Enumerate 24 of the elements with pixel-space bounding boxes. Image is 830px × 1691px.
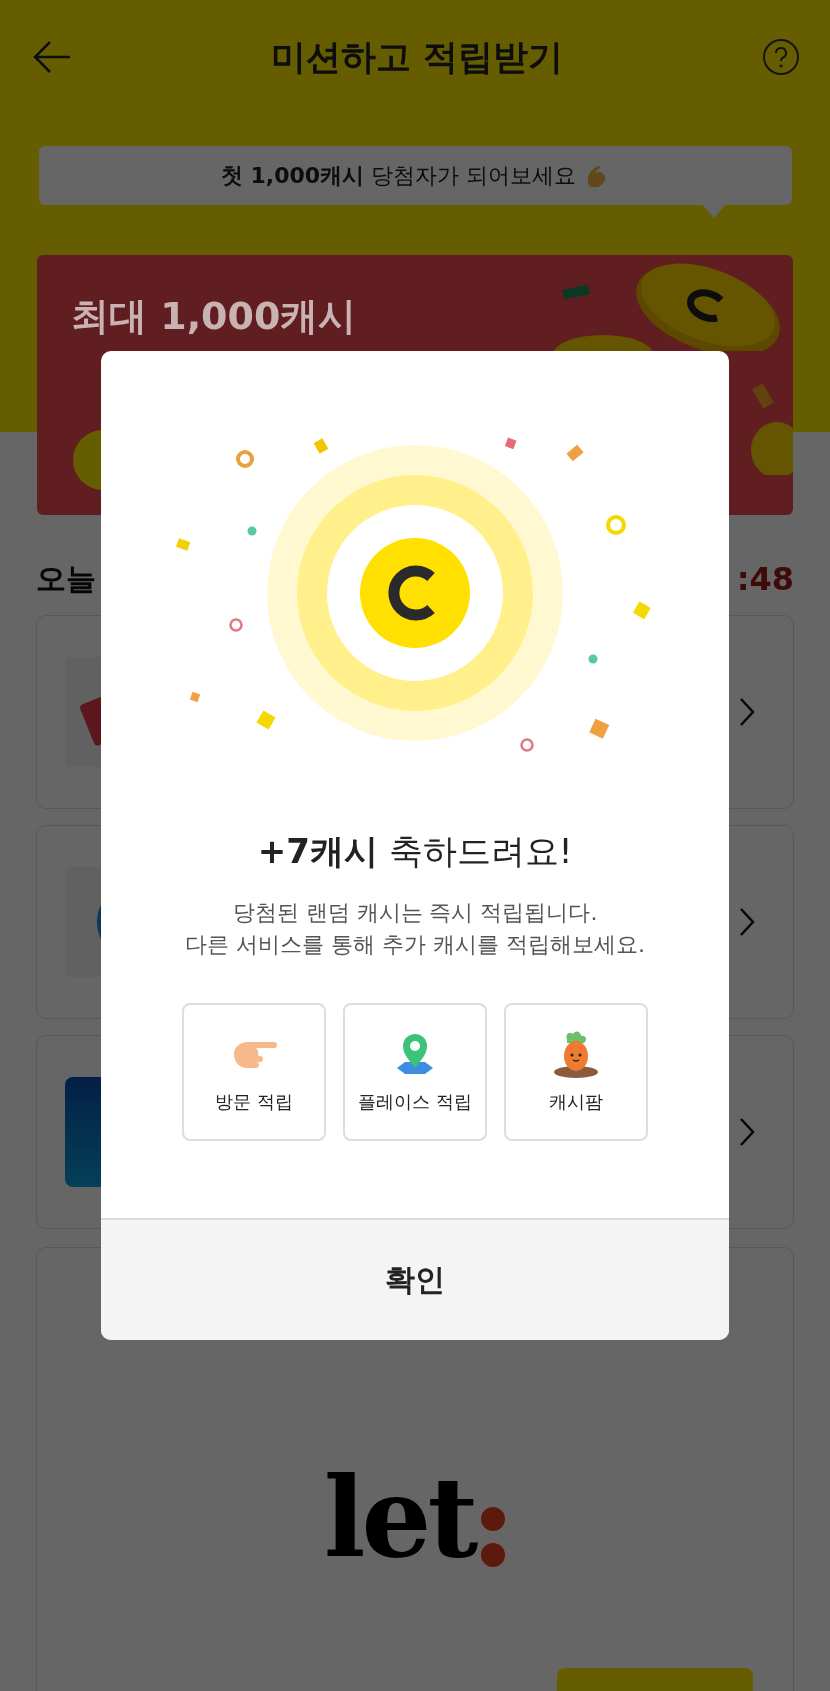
brand-logo-text: let [323, 1468, 475, 1568]
shortcut-tile[interactable]: 캐시팜 [504, 1003, 648, 1141]
section-title: 오늘 [36, 559, 96, 598]
tooltip-text: 첫 1,000캐시 당첨자가 되어보세요 [220, 161, 577, 190]
shortcut-label: 캐시팜 [549, 1090, 603, 1114]
chevron-right-icon [739, 907, 755, 937]
shortcut-label: 방문 적립 [215, 1090, 293, 1114]
map-pin-icon [395, 1032, 435, 1076]
help-icon[interactable] [762, 38, 800, 76]
confirm-button[interactable]: 확인 [101, 1218, 729, 1340]
carrot-character-icon [553, 1030, 599, 1078]
shortcut-tile[interactable]: 방문 적립 [182, 1003, 326, 1141]
countdown-timer: :48 [736, 560, 794, 598]
chevron-right-icon [739, 1117, 755, 1147]
chevron-right-icon [739, 697, 755, 727]
coin-icon [267, 445, 563, 741]
page-title: 미션하고 적립받기 [270, 35, 564, 79]
dialog-message: 당첨된 랜덤 캐시는 즉시 적립됩니다. 다른 서비스를 통해 추가 캐시를 적립해보세요. [185, 899, 645, 959]
colon-dots-icon [480, 1506, 507, 1568]
banner-title: 최대 1,000캐시 [71, 293, 358, 340]
dialog-heading: +7캐시 축하드려요! [257, 830, 573, 873]
back-arrow-icon[interactable] [32, 40, 72, 74]
shortcut-label: 플레이스 적립 [358, 1090, 472, 1114]
shortcut-tile[interactable]: 플레이스 적립 [343, 1003, 487, 1141]
